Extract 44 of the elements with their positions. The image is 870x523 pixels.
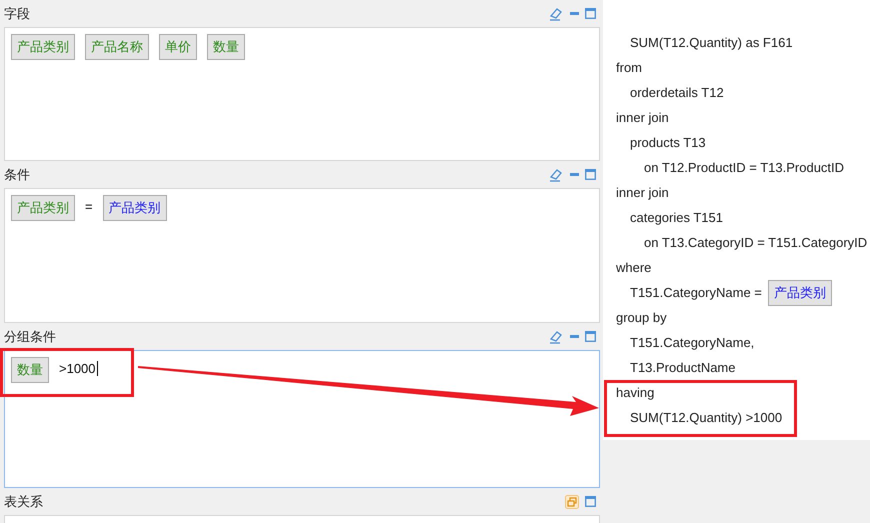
maximize-icon[interactable] (585, 169, 596, 180)
sql-text: SUM(T12.Quantity) as F161 (630, 35, 793, 50)
minimize-icon[interactable] (570, 12, 579, 16)
sql-text: where (616, 260, 652, 275)
sql-text: from (616, 60, 642, 75)
sql-text: SUM(T12.Quantity) >1000 (630, 410, 782, 425)
sql-text: orderdetails T12 (630, 85, 724, 100)
field-chip[interactable]: 数量 (11, 357, 49, 383)
parameter-chip[interactable]: 产品类别 (102, 195, 167, 221)
sql-text: having (616, 385, 654, 400)
sql-text: group by (616, 310, 667, 325)
sql-text: inner join (616, 185, 669, 200)
field-chip[interactable]: 数量 (207, 34, 245, 60)
minimize-icon[interactable] (570, 172, 579, 176)
sql-text: categories T151 (630, 210, 723, 225)
parameter-chip[interactable]: 产品类别 (768, 280, 832, 306)
panel-title: 条件 (4, 166, 30, 184)
eraser-icon[interactable] (548, 330, 564, 344)
sql-text: T151.CategoryName = (630, 285, 762, 300)
maximize-icon[interactable] (585, 331, 596, 342)
sql-text: inner join (616, 110, 669, 125)
panel-title: 分组条件 (4, 328, 56, 346)
condition-area[interactable]: 产品类别 = 产品类别 (4, 188, 600, 323)
minimize-icon[interactable] (570, 334, 579, 338)
field-chip[interactable]: 产品类别 (11, 34, 75, 60)
field-chip[interactable]: 产品名称 (85, 34, 149, 60)
field-chip[interactable]: 产品类别 (11, 195, 75, 221)
sql-text: on T12.ProductID = T13.ProductID (644, 160, 844, 175)
sql-text: on T13.CategoryID = T151.CategoryID (644, 235, 868, 250)
restore-icon[interactable] (565, 494, 579, 508)
maximize-icon[interactable] (585, 8, 596, 19)
operator-text: = (85, 198, 93, 214)
maximize-icon[interactable] (585, 496, 596, 507)
panel-title: 表关系 (4, 492, 43, 510)
sql-text: products T13 (630, 135, 706, 150)
eraser-icon[interactable] (548, 168, 564, 182)
fields-area[interactable]: 产品类别 产品名称 单价 数量 (4, 27, 600, 161)
group-condition-area[interactable]: 数量 >1000 (4, 350, 600, 488)
eraser-icon[interactable] (548, 6, 564, 20)
panel-title: 字段 (4, 4, 30, 22)
sql-text: T151.CategoryName, (630, 335, 754, 350)
value-input[interactable]: >1000 (59, 361, 98, 376)
field-chip[interactable]: 单价 (159, 34, 197, 60)
sql-text: T13.ProductName (630, 360, 736, 375)
